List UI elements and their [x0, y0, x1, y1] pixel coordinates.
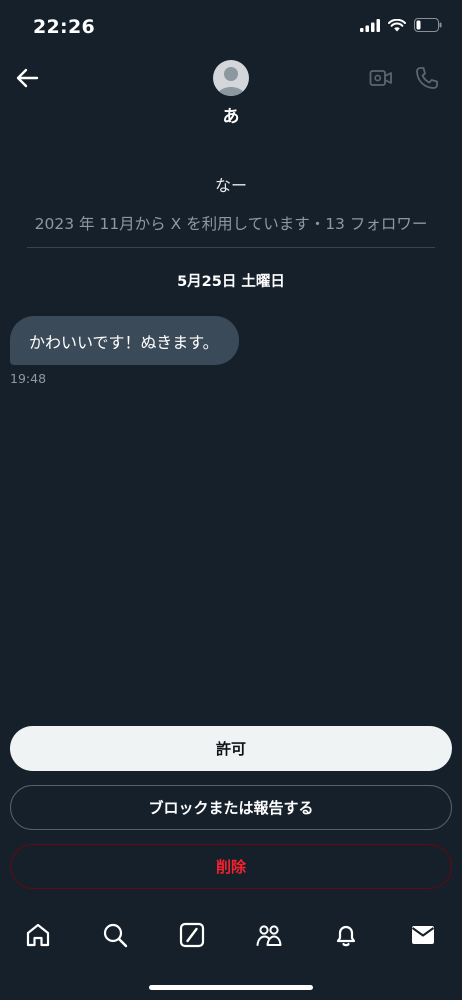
conversation-name[interactable]: あ	[0, 102, 462, 127]
profile-bio: なー	[214, 176, 247, 195]
home-icon	[26, 923, 50, 947]
message-timestamp: 19:48	[10, 371, 47, 386]
messages-icon	[411, 926, 435, 944]
search-icon	[103, 923, 128, 948]
message-bubble[interactable]: かわいいです！ぬきます。	[10, 316, 239, 365]
avatar[interactable]	[213, 60, 249, 96]
profile-meta: 2023 年 11月から X を利用しています・13 フォロワー	[34, 215, 428, 233]
tab-home[interactable]	[22, 919, 54, 951]
allow-button[interactable]: 許可	[10, 726, 452, 771]
conversation-header: あ	[0, 54, 462, 130]
delete-button[interactable]: 削除	[10, 844, 452, 889]
tab-messages[interactable]	[407, 919, 439, 951]
cellular-signal-icon	[360, 17, 380, 36]
tab-communities[interactable]	[253, 919, 285, 951]
home-indicator[interactable]	[149, 985, 313, 990]
tab-notifications[interactable]	[330, 919, 362, 951]
back-button[interactable]	[14, 64, 42, 92]
video-call-icon	[369, 70, 392, 86]
voice-call-button[interactable]	[414, 65, 440, 95]
bottom-tab-bar	[0, 912, 462, 958]
wifi-icon	[388, 17, 406, 36]
phone-icon	[416, 67, 438, 89]
status-time: 22:26	[33, 16, 95, 38]
tab-search[interactable]	[99, 919, 131, 951]
grok-icon	[179, 922, 205, 948]
default-avatar-icon	[217, 67, 245, 96]
back-arrow-icon	[16, 68, 39, 88]
notifications-icon	[336, 925, 356, 947]
communities-icon	[256, 925, 282, 946]
status-bar: 22:26	[0, 0, 462, 54]
status-icons	[360, 17, 442, 36]
battery-icon	[414, 17, 442, 36]
tab-grok[interactable]	[176, 919, 208, 951]
profile-summary: なー 2023 年 11月から X を利用しています・13 フォロワー	[0, 172, 462, 234]
video-call-button[interactable]	[369, 66, 393, 94]
divider	[27, 247, 435, 248]
date-separator: 5月25日 土曜日	[177, 274, 285, 290]
block-or-report-button[interactable]: ブロックまたは報告する	[10, 785, 452, 830]
